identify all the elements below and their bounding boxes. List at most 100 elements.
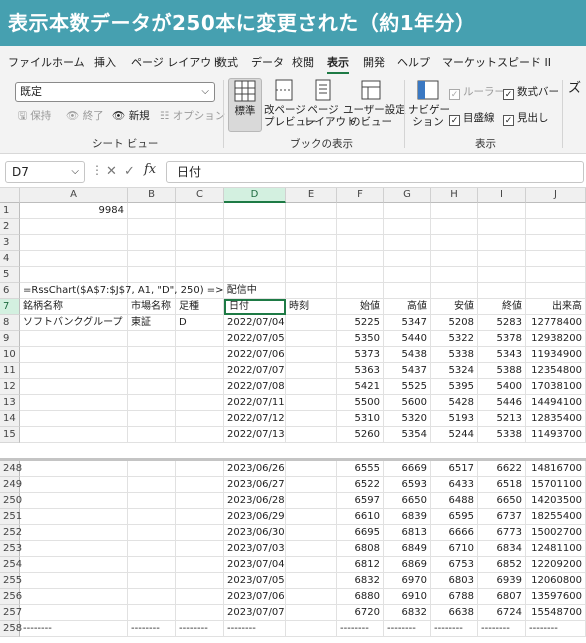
cell[interactable]: [286, 525, 337, 541]
cell[interactable]: [384, 251, 431, 267]
cell[interactable]: 12354800: [526, 363, 586, 379]
cell[interactable]: 6832: [337, 573, 384, 589]
cell[interactable]: [20, 331, 128, 347]
cell[interactable]: 5338: [431, 347, 478, 363]
cell[interactable]: 6852: [478, 557, 526, 573]
cell[interactable]: 5193: [431, 411, 478, 427]
cell[interactable]: 5354: [384, 427, 431, 443]
cell[interactable]: 12481100: [526, 541, 586, 557]
column-header[interactable]: J: [526, 188, 586, 203]
row-header[interactable]: 13: [0, 395, 20, 411]
cell[interactable]: 6610: [337, 509, 384, 525]
cell[interactable]: 6555: [337, 461, 384, 477]
cell[interactable]: 2022/07/08: [224, 379, 286, 395]
cell[interactable]: [20, 477, 128, 493]
cell[interactable]: [478, 203, 526, 219]
cell[interactable]: [384, 219, 431, 235]
cell[interactable]: [128, 573, 176, 589]
cell[interactable]: 5600: [384, 395, 431, 411]
menu-tab[interactable]: 数式: [216, 54, 238, 70]
cell[interactable]: 6788: [431, 589, 478, 605]
cell[interactable]: [431, 235, 478, 251]
menu-tab[interactable]: データ: [251, 54, 284, 70]
cell[interactable]: 15002700: [526, 525, 586, 541]
cell[interactable]: [286, 331, 337, 347]
cell[interactable]: [337, 251, 384, 267]
cell[interactable]: 5244: [431, 427, 478, 443]
cell[interactable]: 6597: [337, 493, 384, 509]
cell[interactable]: 18255400: [526, 509, 586, 525]
cell[interactable]: [20, 219, 128, 235]
cell[interactable]: 5283: [478, 315, 526, 331]
cell[interactable]: 6522: [337, 477, 384, 493]
cell[interactable]: [176, 493, 224, 509]
cell[interactable]: [20, 363, 128, 379]
row-header[interactable]: 14: [0, 411, 20, 427]
cell[interactable]: --------: [431, 621, 478, 637]
cell[interactable]: [176, 331, 224, 347]
row-header[interactable]: 250: [0, 493, 22, 509]
cell[interactable]: 5525: [384, 379, 431, 395]
cell[interactable]: [286, 267, 337, 283]
cell[interactable]: 6593: [384, 477, 431, 493]
cell[interactable]: [286, 411, 337, 427]
row-header[interactable]: 249: [0, 477, 22, 493]
cell[interactable]: [20, 557, 128, 573]
cell[interactable]: [20, 461, 128, 477]
cell[interactable]: 6869: [384, 557, 431, 573]
cell[interactable]: 6488: [431, 493, 478, 509]
row-header[interactable]: 5: [0, 267, 20, 283]
row-header[interactable]: 7: [0, 299, 20, 315]
cell[interactable]: 5388: [478, 363, 526, 379]
cell[interactable]: 15548700: [526, 605, 586, 621]
cell[interactable]: 2023/06/27: [224, 477, 286, 493]
cell[interactable]: 6910: [384, 589, 431, 605]
cell[interactable]: [128, 427, 176, 443]
cell[interactable]: [286, 541, 337, 557]
cell[interactable]: [478, 235, 526, 251]
cell[interactable]: [526, 267, 586, 283]
cell[interactable]: [337, 283, 384, 299]
cell[interactable]: 6970: [384, 573, 431, 589]
cell[interactable]: [478, 251, 526, 267]
cell[interactable]: 12778400: [526, 315, 586, 331]
cell[interactable]: 時刻: [286, 299, 337, 315]
cell[interactable]: --------: [20, 621, 128, 637]
cell[interactable]: 6518: [478, 477, 526, 493]
cell[interactable]: [20, 379, 128, 395]
row-header[interactable]: 254: [0, 557, 22, 573]
cell[interactable]: 6813: [384, 525, 431, 541]
cell[interactable]: 2023/07/03: [224, 541, 286, 557]
cell[interactable]: 5437: [384, 363, 431, 379]
row-header[interactable]: 4: [0, 251, 20, 267]
cell[interactable]: --------: [224, 621, 286, 637]
cell[interactable]: 6737: [478, 509, 526, 525]
cell[interactable]: 5338: [478, 427, 526, 443]
cell[interactable]: --------: [384, 621, 431, 637]
row-header[interactable]: 9: [0, 331, 20, 347]
cell[interactable]: 5350: [337, 331, 384, 347]
cell[interactable]: 5322: [431, 331, 478, 347]
cell[interactable]: [176, 251, 224, 267]
cell[interactable]: [176, 427, 224, 443]
cell[interactable]: [128, 493, 176, 509]
row-header[interactable]: 258: [0, 621, 22, 637]
cell[interactable]: [337, 203, 384, 219]
cell[interactable]: 5225: [337, 315, 384, 331]
cell[interactable]: 5310: [337, 411, 384, 427]
navigation-button[interactable]: ナビゲー ション: [408, 78, 450, 128]
cell[interactable]: [286, 589, 337, 605]
cell[interactable]: [286, 493, 337, 509]
cell[interactable]: [286, 461, 337, 477]
cell[interactable]: [176, 589, 224, 605]
cell[interactable]: [176, 219, 224, 235]
row-header[interactable]: 11: [0, 363, 20, 379]
column-header[interactable]: G: [384, 188, 431, 203]
custom-view-button[interactable]: ユーザー設定 のビュー: [343, 78, 406, 128]
cell[interactable]: 12060800: [526, 573, 586, 589]
cell[interactable]: 2023/06/28: [224, 493, 286, 509]
row-header[interactable]: 253: [0, 541, 22, 557]
menu-tab[interactable]: 開発: [363, 54, 385, 70]
cell[interactable]: 市場名称: [128, 299, 176, 315]
cell[interactable]: [286, 347, 337, 363]
